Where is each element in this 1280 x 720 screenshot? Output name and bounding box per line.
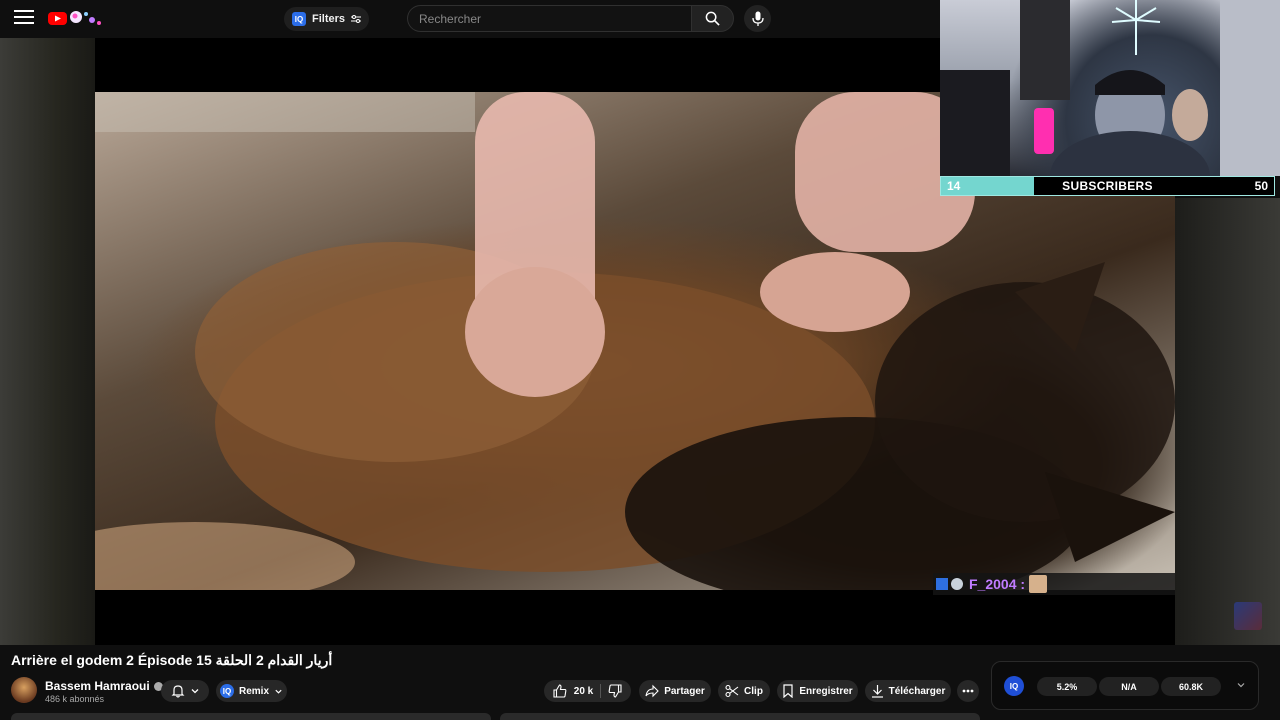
like-dislike-group: 20 k (544, 680, 631, 702)
share-icon (645, 684, 659, 698)
search-icon (705, 11, 720, 26)
iq-icon: IQ (292, 12, 306, 26)
description-box[interactable] (11, 713, 491, 720)
emote-icon (1029, 575, 1048, 593)
filters-button[interactable]: IQ Filters (284, 7, 370, 31)
channel-name-row[interactable]: Bassem Hamraoui (45, 679, 163, 693)
ambient-left (0, 38, 95, 645)
iq-icon: IQ (219, 684, 234, 698)
chevron-down-icon (191, 689, 198, 694)
viewer-avatar (1234, 602, 1262, 630)
subscriber-count: 486 k abonnés (45, 694, 105, 704)
download-label: Télécharger (888, 685, 946, 697)
channel-name[interactable]: Bassem Hamraoui (45, 679, 150, 693)
thumbs-down-icon[interactable] (608, 684, 622, 698)
search-bar (407, 5, 734, 32)
menu-icon[interactable] (14, 10, 34, 26)
save-button[interactable]: Enregistrer (777, 680, 858, 702)
video-title: Arrière el godem 2 Épisode 15 أريار القد… (11, 652, 333, 668)
thumbs-up-icon[interactable] (553, 684, 567, 698)
chevron-down-icon[interactable] (1236, 680, 1246, 690)
channel-avatar[interactable] (11, 677, 37, 703)
save-label: Enregistrer (799, 685, 853, 697)
search-button[interactable] (691, 5, 734, 32)
remix-button[interactable]: IQ Remix (216, 680, 287, 702)
ambient-right (1175, 198, 1280, 645)
chat-username: F_2004 : (969, 576, 1026, 592)
bell-icon (171, 685, 184, 698)
download-button[interactable]: Télécharger (865, 680, 951, 702)
streamer-webcam-image (940, 0, 1280, 176)
remix-label: Remix (238, 685, 269, 697)
badge-icons (936, 578, 963, 590)
chat-name-overlay: F_2004 : (933, 573, 1175, 595)
stat-percentage: 5.2% (1037, 677, 1097, 696)
iq-icon[interactable]: IQ (1004, 676, 1024, 696)
microphone-icon (751, 11, 764, 26)
stat-na: N/A (1099, 677, 1159, 696)
divider (600, 684, 602, 698)
comments-preview[interactable] (500, 713, 980, 720)
youtube-logo[interactable] (48, 8, 108, 28)
stat-views: 60.8K (1161, 677, 1221, 696)
clip-button[interactable]: Clip (718, 680, 770, 702)
subscriber-goal-bar: 14 SUBSCRIBERS 50 (940, 176, 1275, 196)
more-actions-button[interactable] (957, 680, 979, 702)
like-count[interactable]: 20 k (574, 686, 593, 697)
voice-search-button[interactable] (744, 5, 771, 32)
download-icon (871, 685, 883, 698)
subscriber-goal-label: SUBSCRIBERS (1062, 179, 1153, 193)
share-button[interactable]: Partager (639, 680, 711, 702)
scissors-icon (725, 684, 739, 698)
notification-button[interactable] (161, 680, 209, 702)
share-label: Partager (664, 685, 705, 697)
stats-panel: IQ 5.2% N/A 60.8K (991, 661, 1259, 710)
sliders-icon (351, 15, 362, 23)
subscriber-goal-target: 50 (1254, 179, 1268, 193)
more-horizontal-icon (962, 689, 974, 693)
streamer-webcam (940, 0, 1280, 176)
search-input[interactable] (407, 5, 692, 32)
bookmark-icon (783, 684, 793, 698)
filters-label: Filters (312, 13, 346, 25)
chevron-down-icon (275, 689, 282, 694)
clip-label: Clip (744, 685, 763, 697)
